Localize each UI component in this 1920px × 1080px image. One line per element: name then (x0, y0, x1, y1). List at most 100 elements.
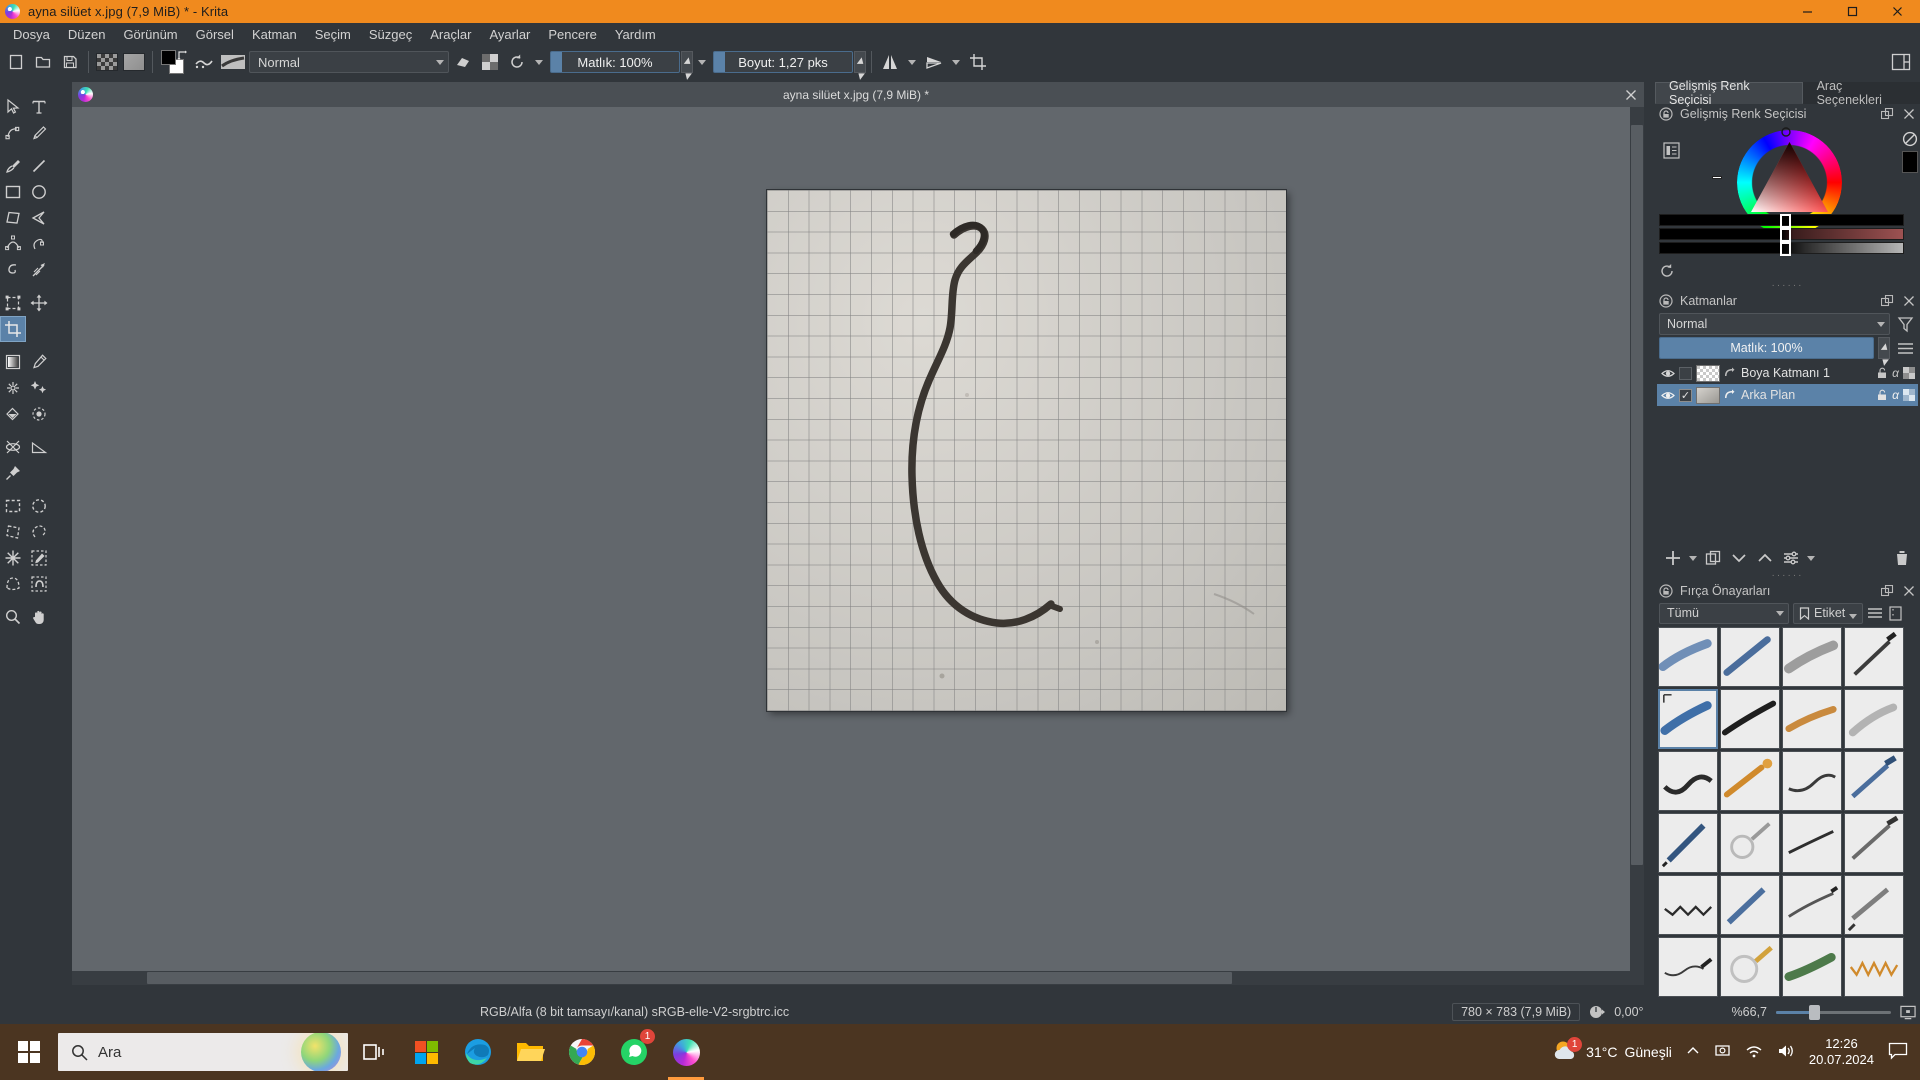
task-view-icon[interactable] (348, 1024, 400, 1080)
tool-assistant-editor[interactable] (0, 434, 26, 460)
menu-katman[interactable]: Katman (243, 24, 306, 45)
gradient-editor-icon[interactable] (191, 49, 217, 75)
close-icon[interactable] (1901, 293, 1917, 309)
layer-row-boya-katmani-1[interactable]: Boya Katmanı 1 α (1657, 362, 1918, 384)
layer-name[interactable]: Arka Plan (1739, 388, 1872, 402)
docker-splitter[interactable]: ······ (1655, 282, 1920, 291)
brush-preset-cell[interactable] (1844, 751, 1904, 811)
fit-to-screen-icon[interactable] (1900, 1004, 1916, 1020)
brush-preset-icon[interactable] (218, 49, 248, 75)
layer-blend-mode-combo[interactable]: Normal (1659, 313, 1890, 335)
slider-cursor[interactable] (1780, 242, 1791, 256)
brush-preset-cell[interactable] (1844, 627, 1904, 687)
mirror-h-dropdown-arrow[interactable] (904, 49, 920, 75)
brush-preset-cell[interactable] (1844, 875, 1904, 935)
hamburger-menu-icon[interactable] (1894, 340, 1916, 356)
menu-suzgec[interactable]: Süzgeç (360, 24, 421, 45)
slider-cursor[interactable] (1780, 214, 1791, 228)
tool-transform[interactable] (0, 290, 26, 316)
tab-tool-options[interactable]: Araç Seçenekleri (1803, 82, 1920, 104)
layer-checkbox[interactable] (1679, 367, 1692, 380)
tool-line[interactable] (26, 153, 52, 179)
brush-preset-cell[interactable] (1720, 689, 1780, 749)
tool-fill[interactable] (0, 401, 26, 427)
save-icon[interactable] (57, 49, 83, 75)
mirror-v-dropdown-arrow[interactable] (948, 49, 964, 75)
menu-araclar[interactable]: Araçlar (421, 24, 480, 45)
taskbar-app-explorer[interactable] (504, 1024, 556, 1080)
tool-color-picker[interactable] (26, 349, 52, 375)
menu-yardim[interactable]: Yardım (606, 24, 665, 45)
tool-edit-shapes[interactable] (0, 120, 26, 146)
eye-visible-icon[interactable] (1660, 388, 1675, 403)
chevron-up-icon[interactable] (1753, 546, 1777, 570)
tool-magnetic-selection[interactable] (26, 571, 52, 597)
refresh-icon[interactable] (1659, 263, 1675, 279)
tool-elliptical-selection[interactable] (26, 493, 52, 519)
layer-checkbox[interactable]: ✓ (1679, 389, 1692, 402)
menu-dosya[interactable]: Dosya (4, 24, 59, 45)
reload-preset-icon[interactable] (504, 49, 530, 75)
plus-icon[interactable] (1661, 546, 1685, 570)
tool-move[interactable] (26, 290, 52, 316)
brush-preset-cell[interactable] (1658, 813, 1718, 873)
brush-preset-cell[interactable] (1720, 875, 1780, 935)
scrollbar-thumb[interactable] (1631, 125, 1643, 865)
alpha-mask-icon[interactable] (477, 49, 503, 75)
slider-cursor[interactable] (1780, 228, 1791, 242)
wifi-icon[interactable] (1745, 1044, 1763, 1061)
onedrive-icon[interactable] (1714, 1043, 1731, 1061)
notification-center-icon[interactable] (1888, 1042, 1908, 1063)
canvas-viewport[interactable] (72, 107, 1630, 985)
layer-list[interactable]: Boya Katmanı 1 α ✓ Ar (1657, 362, 1918, 544)
tool-freehand-path[interactable] (26, 231, 52, 257)
document-image[interactable] (767, 190, 1286, 711)
layer-row-arka-plan[interactable]: ✓ Arka Plan α (1657, 384, 1918, 406)
close-icon[interactable] (1875, 0, 1920, 23)
no-color-icon[interactable] (1902, 135, 1918, 150)
brush-preset-cell-selected[interactable] (1658, 689, 1718, 749)
brush-preset-cell[interactable] (1658, 627, 1718, 687)
minimize-icon[interactable] (1785, 0, 1830, 23)
tool-calligraphy[interactable] (26, 120, 52, 146)
menu-gorunum[interactable]: Görünüm (114, 24, 186, 45)
brush-preset-cell[interactable] (1658, 937, 1718, 997)
brush-preset-cell[interactable] (1782, 627, 1842, 687)
scrollbar-thumb[interactable] (147, 972, 1232, 984)
value-slider[interactable] (1659, 242, 1904, 254)
maximize-icon[interactable] (1830, 0, 1875, 23)
zoom-slider[interactable] (1776, 1005, 1891, 1019)
windows-start-icon[interactable] (0, 1024, 58, 1080)
sliders-icon[interactable] (1779, 546, 1803, 570)
tool-polygonal-selection[interactable] (0, 519, 26, 545)
taskbar-app-whatsapp[interactable]: 1 (608, 1024, 660, 1080)
brush-preset-cell[interactable] (1658, 751, 1718, 811)
eraser-icon[interactable] (450, 49, 476, 75)
tool-measure[interactable] (26, 434, 52, 460)
tool-dynamic-brush[interactable] (0, 257, 26, 283)
tool-freehand-selection[interactable] (26, 519, 52, 545)
taskbar-app-chrome[interactable] (556, 1024, 608, 1080)
brush-preset-cell[interactable] (1720, 813, 1780, 873)
close-icon[interactable] (1901, 583, 1917, 599)
volume-icon[interactable] (1777, 1043, 1795, 1062)
brush-preset-cell[interactable] (1658, 875, 1718, 935)
opacity-slider[interactable]: Matlık: 100% (550, 51, 680, 73)
selector-settings-icon[interactable] (1663, 142, 1680, 162)
hue-slider[interactable] (1659, 214, 1904, 226)
brush-preset-cell[interactable] (1782, 937, 1842, 997)
taskbar-app-krita[interactable] (660, 1024, 712, 1080)
menu-gorsel[interactable]: Görsel (187, 24, 243, 45)
brush-preset-cell[interactable] (1720, 627, 1780, 687)
tool-select-shapes[interactable] (0, 94, 26, 120)
lock-icon[interactable] (1658, 583, 1674, 599)
tool-text[interactable] (26, 94, 52, 120)
float-docker-icon[interactable] (1879, 583, 1895, 599)
trash-icon[interactable] (1890, 546, 1914, 570)
tool-ellipse[interactable] (26, 179, 52, 205)
hamburger-menu-icon[interactable] (1867, 605, 1883, 621)
menu-pencere[interactable]: Pencere (539, 24, 605, 45)
foreground-background-color-icon[interactable] (158, 49, 190, 75)
taskbar-app-office[interactable] (400, 1024, 452, 1080)
lock-icon[interactable] (1658, 293, 1674, 309)
